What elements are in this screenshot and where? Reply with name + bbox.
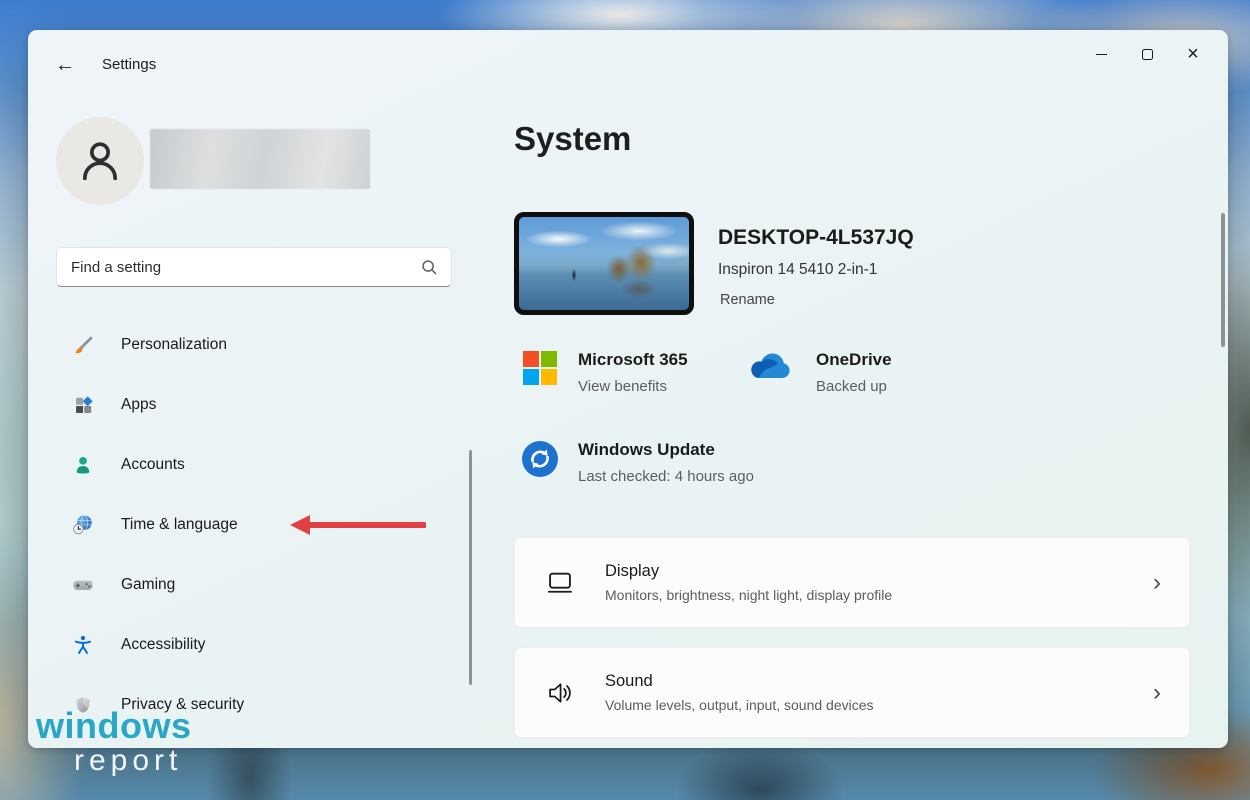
device-model: Inspiron 14 5410 2-in-1	[718, 261, 877, 279]
settings-window: ← Settings ×	[28, 30, 1228, 748]
display-icon	[545, 570, 575, 596]
account-name-blurred	[150, 129, 370, 189]
onedrive-tile[interactable]: OneDrive Backed up	[740, 350, 892, 395]
avatar[interactable]	[56, 117, 144, 205]
maximize-icon	[1142, 49, 1153, 60]
device-wallpaper-thumbnail	[514, 212, 694, 315]
chevron-right-icon: ›	[1153, 679, 1161, 707]
tile-title: Microsoft 365	[578, 350, 688, 370]
window-controls: ×	[1078, 38, 1216, 70]
paintbrush-icon	[72, 334, 94, 356]
sidebar-item-label: Apps	[121, 396, 156, 414]
close-button[interactable]: ×	[1170, 38, 1216, 70]
windows-update-icon	[520, 440, 560, 485]
sound-settings-card[interactable]: Sound Volume levels, output, input, soun…	[514, 647, 1190, 738]
sidebar-item-accessibility[interactable]: Accessibility	[44, 627, 464, 663]
gamepad-icon	[72, 574, 94, 596]
tile-subtitle: Last checked: 4 hours ago	[578, 468, 754, 485]
sidebar-item-label: Gaming	[121, 576, 175, 594]
rename-link[interactable]: Rename	[720, 292, 775, 308]
arrow-shaft	[306, 522, 426, 528]
sidebar-nav: Personalization Apps Accounts	[44, 327, 464, 747]
chevron-right-icon: ›	[1153, 569, 1161, 597]
person-icon	[72, 454, 94, 476]
microsoft-logo	[520, 350, 560, 395]
sidebar-item-label: Time & language	[121, 516, 238, 534]
content-scrollbar[interactable]	[1221, 213, 1225, 347]
sidebar-item-label: Personalization	[121, 336, 227, 354]
device-name: DESKTOP-4L537JQ	[718, 226, 914, 250]
sidebar-item-label: Accessibility	[121, 636, 205, 654]
search-icon[interactable]	[420, 258, 438, 276]
page-title: System	[514, 120, 631, 158]
search-input[interactable]	[57, 259, 420, 276]
apps-grid-icon	[72, 394, 94, 416]
display-settings-card[interactable]: Display Monitors, brightness, night ligh…	[514, 537, 1190, 628]
tile-title: Windows Update	[578, 440, 754, 460]
highlight-arrow	[290, 515, 426, 535]
windows-update-tile[interactable]: Windows Update Last checked: 4 hours ago	[520, 440, 754, 485]
window-title: Settings	[102, 56, 156, 73]
person-avatar-icon	[74, 135, 126, 187]
tile-subtitle: Backed up	[816, 378, 892, 395]
sidebar-item-apps[interactable]: Apps	[44, 387, 464, 423]
sidebar-item-accounts[interactable]: Accounts	[44, 447, 464, 483]
onedrive-cloud-icon	[740, 350, 798, 395]
back-button[interactable]: ←	[50, 51, 80, 79]
maximize-button[interactable]	[1124, 38, 1170, 70]
back-arrow-icon: ←	[55, 54, 75, 77]
card-title: Sound	[605, 672, 1153, 691]
tile-subtitle: View benefits	[578, 378, 688, 395]
search-box[interactable]	[56, 247, 452, 287]
sidebar-scrollbar[interactable]	[469, 450, 472, 685]
minimize-icon	[1096, 54, 1107, 55]
minimize-button[interactable]	[1078, 38, 1124, 70]
sidebar-item-label: Accounts	[121, 456, 185, 474]
close-icon: ×	[1187, 43, 1199, 66]
microsoft-365-tile[interactable]: Microsoft 365 View benefits	[520, 350, 688, 395]
watermark-line1: windows	[36, 708, 192, 744]
card-title: Display	[605, 562, 1153, 581]
card-subtitle: Monitors, brightness, night light, displ…	[605, 587, 1153, 603]
windows-report-watermark: windows report	[36, 708, 192, 776]
speaker-icon	[545, 680, 575, 706]
card-subtitle: Volume levels, output, input, sound devi…	[605, 697, 1153, 713]
watermark-line2: report	[74, 746, 192, 776]
sidebar-item-gaming[interactable]: Gaming	[44, 567, 464, 603]
tile-title: OneDrive	[816, 350, 892, 370]
sidebar-item-personalization[interactable]: Personalization	[44, 327, 464, 363]
accessibility-icon	[72, 634, 94, 656]
globe-clock-icon	[72, 514, 94, 536]
